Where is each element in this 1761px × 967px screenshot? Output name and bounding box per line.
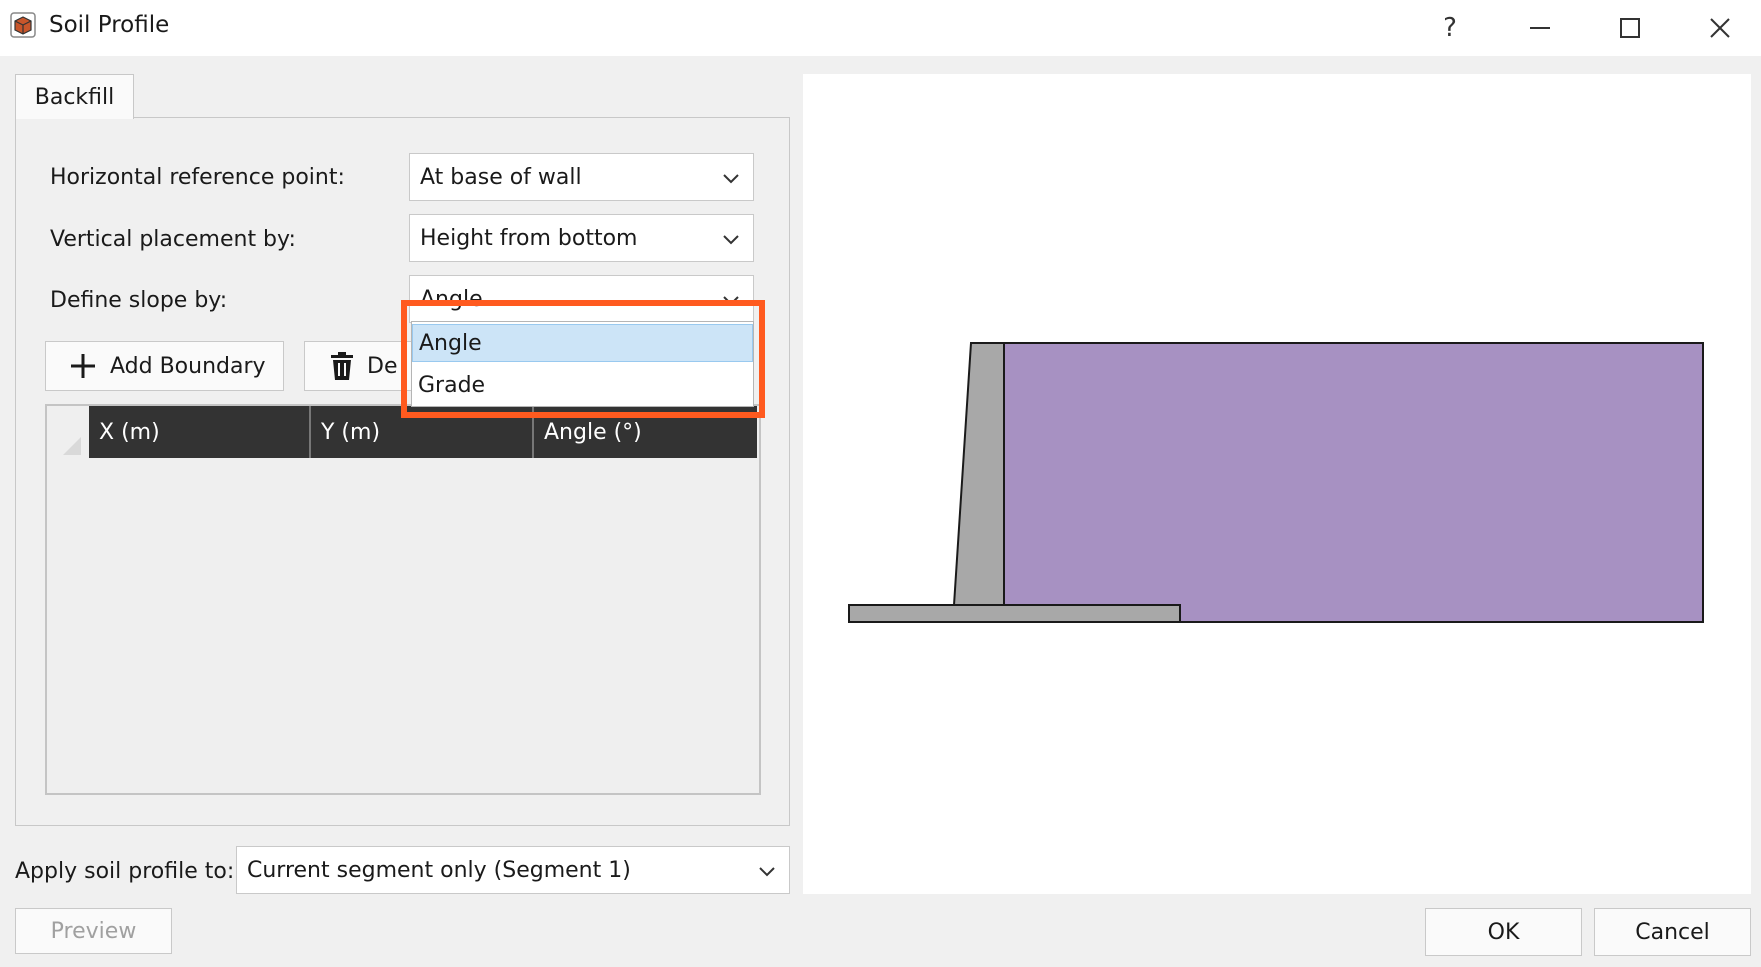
vertical-placement-label: Vertical placement by: <box>50 227 296 252</box>
wall-footing <box>848 604 1181 623</box>
delete-boundary-label: De <box>367 353 398 379</box>
vertical-placement-select[interactable]: Height from bottom <box>409 214 754 262</box>
highlight-box <box>401 300 765 418</box>
close-button[interactable] <box>1680 0 1760 56</box>
cancel-button[interactable]: Cancel <box>1594 908 1751 956</box>
ok-label: OK <box>1487 919 1520 945</box>
help-button[interactable]: ? <box>1410 0 1490 56</box>
apply-soil-value: Current segment only (Segment 1) <box>247 857 631 883</box>
horizontal-reference-value: At base of wall <box>420 164 582 190</box>
tab-label: Backfill <box>34 84 115 110</box>
minimize-icon <box>1530 27 1550 29</box>
backfill-soil <box>1003 342 1704 623</box>
help-icon: ? <box>1443 13 1457 43</box>
preview-button[interactable]: Preview <box>15 908 172 954</box>
chevron-down-icon <box>759 867 775 877</box>
apply-soil-label: Apply soil profile to: <box>15 859 235 884</box>
cancel-label: Cancel <box>1635 919 1710 945</box>
vertical-placement-value: Height from bottom <box>420 225 638 251</box>
trash-icon <box>331 352 353 380</box>
tab-backfill[interactable]: Backfill <box>15 74 134 119</box>
app-icon <box>8 10 38 40</box>
title-bar <box>0 0 1761 56</box>
column-header-label: X (m) <box>99 419 160 445</box>
boundary-table[interactable] <box>45 404 761 795</box>
add-boundary-button[interactable]: Add Boundary <box>45 341 284 391</box>
apply-soil-select[interactable]: Current segment only (Segment 1) <box>236 846 790 894</box>
add-boundary-label: Add Boundary <box>110 353 266 379</box>
horizontal-reference-select[interactable]: At base of wall <box>409 153 754 201</box>
wall-soil-diagram <box>848 342 1704 623</box>
wall-stem <box>952 342 1005 606</box>
horizontal-reference-label: Horizontal reference point: <box>50 165 345 190</box>
maximize-icon <box>1620 18 1640 38</box>
chevron-down-icon <box>723 174 739 184</box>
plus-icon <box>71 354 95 378</box>
minimize-button[interactable] <box>1500 0 1580 56</box>
preview-canvas <box>803 74 1751 894</box>
ok-button[interactable]: OK <box>1425 908 1582 956</box>
define-slope-label: Define slope by: <box>50 288 228 313</box>
maximize-button[interactable] <box>1590 0 1670 56</box>
column-header-x[interactable]: X (m) <box>89 406 311 458</box>
preview-label: Preview <box>50 918 137 944</box>
select-all-corner[interactable] <box>63 437 81 455</box>
column-header-label: Angle (°) <box>544 419 642 445</box>
window-title: Soil Profile <box>49 12 170 38</box>
chevron-down-icon <box>723 235 739 245</box>
column-header-label: Y (m) <box>321 419 381 445</box>
delete-boundary-button[interactable]: De <box>304 341 414 391</box>
close-icon <box>1710 18 1730 38</box>
